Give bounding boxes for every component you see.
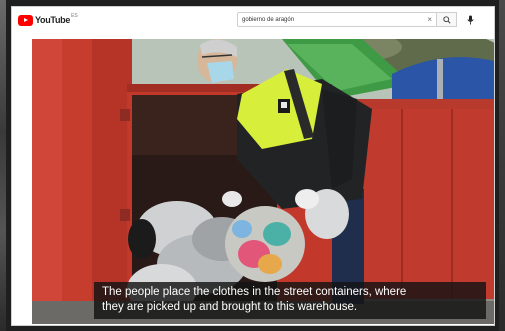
youtube-logo-icon [18,14,33,26]
search-query: gobierno de aragón [242,16,295,23]
subtitle-line-2: they are picked up and brought to this w… [102,301,358,313]
search-button[interactable] [437,12,457,27]
clear-icon[interactable]: × [427,15,432,24]
search-input[interactable]: gobierno de aragón × [237,12,437,27]
logo-region: ES [71,13,78,19]
background-window-edge-right [499,0,505,331]
masthead: YouTube ES gobierno de aragón × [12,7,494,33]
logo-text: YouTube [35,15,71,25]
background-window-edge [0,0,6,331]
youtube-logo[interactable]: YouTube ES [18,13,78,27]
search-bar: gobierno de aragón × [237,12,477,27]
search-icon [442,15,451,24]
video-player[interactable]: The people place the clothes in the stre… [32,39,494,324]
microphone-icon [466,15,474,24]
screen: YouTube ES gobierno de aragón × The peop… [0,0,505,331]
video-subtitle: The people place the clothes in the stre… [94,282,486,319]
voice-search-button[interactable] [463,13,477,27]
youtube-page: YouTube ES gobierno de aragón × The peop… [11,6,495,326]
subtitle-line-1: The people place the clothes in the stre… [102,286,407,298]
